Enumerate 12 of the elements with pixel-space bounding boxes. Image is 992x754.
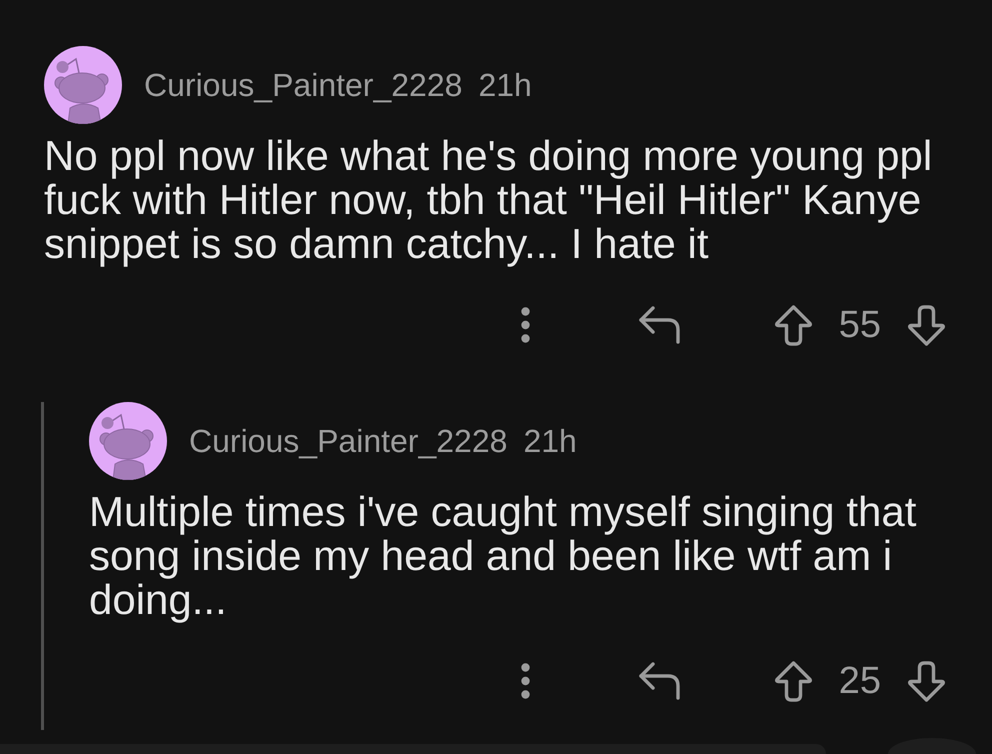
username[interactable]: Curious_Painter_2228 [189, 421, 508, 461]
username[interactable]: Curious_Painter_2228 [144, 65, 462, 105]
avatar-icon [89, 402, 167, 480]
vote-count: 25 [838, 660, 881, 702]
timestamp: 21h [523, 422, 577, 461]
comment-text: Multiple times i've caught myself singing that song inside my head and been like wtf am i doing... [89, 490, 918, 622]
avatar-icon [44, 46, 122, 124]
timestamp: 21h [478, 66, 532, 105]
vote-count: 55 [838, 304, 881, 346]
more-options-icon[interactable] [521, 307, 530, 343]
more-options-icon[interactable] [521, 663, 530, 699]
comment-text: No ppl now like what he's doing more young ppl fuck with Hitler now, tbh that "Heil Hitler" Kanye snippet is so damn catchy... I hate it [44, 134, 934, 266]
